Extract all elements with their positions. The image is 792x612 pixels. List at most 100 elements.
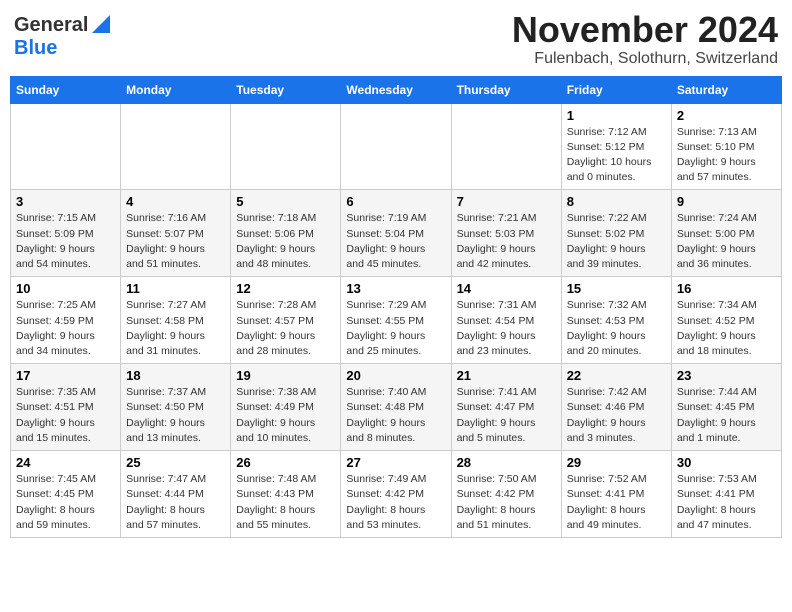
day-info: Sunrise: 7:32 AMSunset: 4:53 PMDaylight:… — [567, 298, 666, 359]
day-number: 29 — [567, 455, 666, 470]
calendar-day-cell: 9Sunrise: 7:24 AMSunset: 5:00 PMDaylight… — [671, 190, 781, 277]
calendar-day-cell: 11 Sunrise: 7:27 AMSunset: 4:58 PMDayligh… — [121, 277, 231, 364]
day-number: 23 — [677, 368, 776, 383]
empty-cell — [11, 103, 121, 190]
day-number: 24 — [16, 455, 115, 470]
calendar-day-cell: 6 Sunrise: 7:19 AMSunset: 5:04 PMDaylight… — [341, 190, 451, 277]
day-number: 19 — [236, 368, 335, 383]
day-info: Sunrise: 7:34 AMSunset: 4:52 PMDaylight:… — [677, 298, 776, 359]
empty-cell — [231, 103, 341, 190]
day-number: 5 — [236, 194, 335, 209]
day-number: 13 — [346, 281, 445, 296]
calendar-day-cell: 13 Sunrise: 7:29 AMSunset: 4:55 PMDayligh… — [341, 277, 451, 364]
day-number: 4 — [126, 194, 225, 209]
calendar-day-cell: 12 Sunrise: 7:28 AMSunset: 4:57 PMDayligh… — [231, 277, 341, 364]
day-info: Sunrise: 7:45 AMSunset: 4:45 PMDaylight:… — [16, 472, 115, 533]
calendar-day-cell: 26 Sunrise: 7:48 AMSunset: 4:43 PMDayligh… — [231, 451, 341, 538]
logo-general-text: General — [14, 14, 88, 37]
calendar-day-cell: 14Sunrise: 7:31 AMSunset: 4:54 PMDayligh… — [451, 277, 561, 364]
day-number: 3 — [16, 194, 115, 209]
weekday-header-monday: Monday — [121, 76, 231, 103]
calendar-day-cell: 19 Sunrise: 7:38 AMSunset: 4:49 PMDayligh… — [231, 364, 341, 451]
day-info: Sunrise: 7:16 AMSunset: 5:07 PMDaylight:… — [126, 211, 225, 272]
title-section: November 2024 Fulenbach, Solothurn, Swit… — [512, 10, 778, 68]
calendar-day-cell: 24 Sunrise: 7:45 AMSunset: 4:45 PMDayligh… — [11, 451, 121, 538]
day-number: 15 — [567, 281, 666, 296]
weekday-header-wednesday: Wednesday — [341, 76, 451, 103]
day-info: Sunrise: 7:52 AMSunset: 4:41 PMDaylight:… — [567, 472, 666, 533]
calendar-day-cell: 1 Sunrise: 7:12 AMSunset: 5:12 PMDaylight… — [561, 103, 671, 190]
calendar-day-cell: 23 Sunrise: 7:44 AMSunset: 4:45 PMDayligh… — [671, 364, 781, 451]
day-number: 10 — [16, 281, 115, 296]
weekday-header-tuesday: Tuesday — [231, 76, 341, 103]
calendar-day-cell: 15 Sunrise: 7:32 AMSunset: 4:53 PMDayligh… — [561, 277, 671, 364]
day-info: Sunrise: 7:49 AMSunset: 4:42 PMDaylight:… — [346, 472, 445, 533]
day-info: Sunrise: 7:27 AMSunset: 4:58 PMDaylight:… — [126, 298, 225, 359]
day-number: 9 — [677, 194, 776, 209]
weekday-header-friday: Friday — [561, 76, 671, 103]
calendar-week-row: 24 Sunrise: 7:45 AMSunset: 4:45 PMDayligh… — [11, 451, 782, 538]
day-info: Sunrise: 7:44 AMSunset: 4:45 PMDaylight:… — [677, 385, 776, 446]
day-info: Sunrise: 7:28 AMSunset: 4:57 PMDaylight:… — [236, 298, 335, 359]
location-subtitle: Fulenbach, Solothurn, Switzerland — [512, 50, 778, 68]
calendar-day-cell: 3Sunrise: 7:15 AMSunset: 5:09 PMDaylight… — [11, 190, 121, 277]
calendar-day-cell: 10 Sunrise: 7:25 AMSunset: 4:59 PMDayligh… — [11, 277, 121, 364]
month-title: November 2024 — [512, 10, 778, 50]
day-info: Sunrise: 7:21 AMSunset: 5:03 PMDaylight:… — [457, 211, 556, 272]
calendar-day-cell: 18Sunrise: 7:37 AMSunset: 4:50 PMDayligh… — [121, 364, 231, 451]
day-number: 22 — [567, 368, 666, 383]
day-info: Sunrise: 7:50 AMSunset: 4:42 PMDaylight:… — [457, 472, 556, 533]
calendar-day-cell: 27Sunrise: 7:49 AMSunset: 4:42 PMDayligh… — [341, 451, 451, 538]
page-header: General Blue November 2024 Fulenbach, So… — [10, 10, 782, 68]
calendar-day-cell: 28Sunrise: 7:50 AMSunset: 4:42 PMDayligh… — [451, 451, 561, 538]
calendar-week-row: 3Sunrise: 7:15 AMSunset: 5:09 PMDaylight… — [11, 190, 782, 277]
day-number: 21 — [457, 368, 556, 383]
calendar-day-cell: 20Sunrise: 7:40 AMSunset: 4:48 PMDayligh… — [341, 364, 451, 451]
day-number: 8 — [567, 194, 666, 209]
weekday-header-sunday: Sunday — [11, 76, 121, 103]
day-info: Sunrise: 7:41 AMSunset: 4:47 PMDaylight:… — [457, 385, 556, 446]
empty-cell — [341, 103, 451, 190]
calendar-day-cell: 7 Sunrise: 7:21 AMSunset: 5:03 PMDaylight… — [451, 190, 561, 277]
day-info: Sunrise: 7:53 AMSunset: 4:41 PMDaylight:… — [677, 472, 776, 533]
day-number: 6 — [346, 194, 445, 209]
calendar-day-cell: 25 Sunrise: 7:47 AMSunset: 4:44 PMDayligh… — [121, 451, 231, 538]
logo-icon — [90, 13, 112, 35]
calendar-day-cell: 8 Sunrise: 7:22 AMSunset: 5:02 PMDaylight… — [561, 190, 671, 277]
day-number: 2 — [677, 108, 776, 123]
calendar-day-cell: 22 Sunrise: 7:42 AMSunset: 4:46 PMDayligh… — [561, 364, 671, 451]
day-info: Sunrise: 7:19 AMSunset: 5:04 PMDaylight:… — [346, 211, 445, 272]
day-info: Sunrise: 7:47 AMSunset: 4:44 PMDaylight:… — [126, 472, 225, 533]
calendar-week-row: 1 Sunrise: 7:12 AMSunset: 5:12 PMDaylight… — [11, 103, 782, 190]
day-info: Sunrise: 7:38 AMSunset: 4:49 PMDaylight:… — [236, 385, 335, 446]
day-number: 17 — [16, 368, 115, 383]
weekday-header-thursday: Thursday — [451, 76, 561, 103]
calendar-day-cell: 4 Sunrise: 7:16 AMSunset: 5:07 PMDaylight… — [121, 190, 231, 277]
calendar-table: SundayMondayTuesdayWednesdayThursdayFrid… — [10, 76, 782, 538]
day-number: 26 — [236, 455, 335, 470]
day-info: Sunrise: 7:40 AMSunset: 4:48 PMDaylight:… — [346, 385, 445, 446]
day-number: 12 — [236, 281, 335, 296]
calendar-day-cell: 29 Sunrise: 7:52 AMSunset: 4:41 PMDayligh… — [561, 451, 671, 538]
day-info: Sunrise: 7:25 AMSunset: 4:59 PMDaylight:… — [16, 298, 115, 359]
day-number: 30 — [677, 455, 776, 470]
calendar-week-row: 10 Sunrise: 7:25 AMSunset: 4:59 PMDayligh… — [11, 277, 782, 364]
day-info: Sunrise: 7:22 AMSunset: 5:02 PMDaylight:… — [567, 211, 666, 272]
day-info: Sunrise: 7:48 AMSunset: 4:43 PMDaylight:… — [236, 472, 335, 533]
calendar-day-cell: 5Sunrise: 7:18 AMSunset: 5:06 PMDaylight… — [231, 190, 341, 277]
day-info: Sunrise: 7:37 AMSunset: 4:50 PMDaylight:… — [126, 385, 225, 446]
empty-cell — [121, 103, 231, 190]
logo: General Blue — [14, 10, 112, 60]
day-info: Sunrise: 7:12 AMSunset: 5:12 PMDaylight:… — [567, 125, 666, 186]
weekday-header-saturday: Saturday — [671, 76, 781, 103]
day-number: 7 — [457, 194, 556, 209]
day-info: Sunrise: 7:35 AMSunset: 4:51 PMDaylight:… — [16, 385, 115, 446]
day-number: 11 — [126, 281, 225, 296]
day-info: Sunrise: 7:42 AMSunset: 4:46 PMDaylight:… — [567, 385, 666, 446]
day-number: 25 — [126, 455, 225, 470]
day-number: 16 — [677, 281, 776, 296]
day-number: 1 — [567, 108, 666, 123]
calendar-day-cell: 30 Sunrise: 7:53 AMSunset: 4:41 PMDayligh… — [671, 451, 781, 538]
day-info: Sunrise: 7:29 AMSunset: 4:55 PMDaylight:… — [346, 298, 445, 359]
calendar-day-cell: 2Sunrise: 7:13 AMSunset: 5:10 PMDaylight… — [671, 103, 781, 190]
